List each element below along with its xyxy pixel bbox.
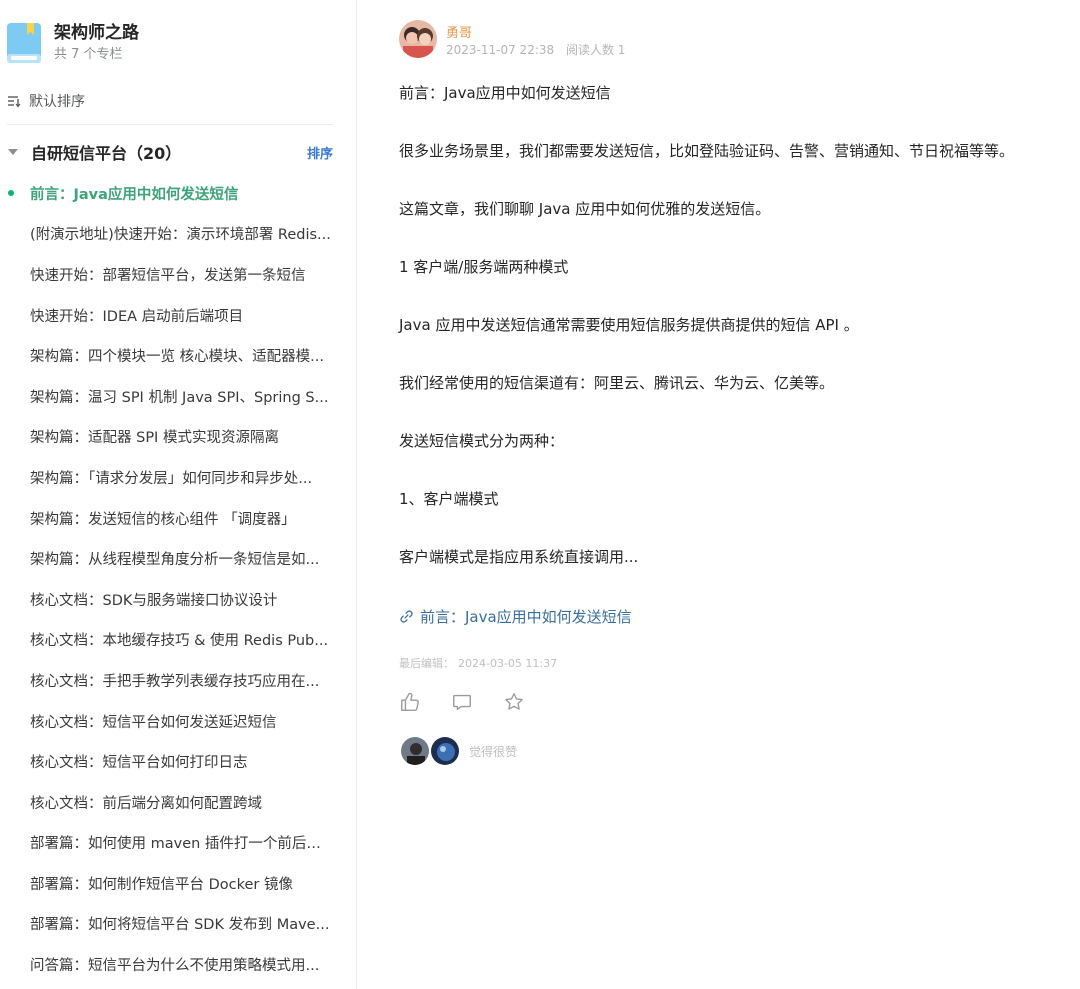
- doc-title: 架构篇：四个模块一览 核心模块、适配器模...: [30, 349, 324, 366]
- article-paragraph: 前言：Java应用中如何发送短信: [399, 84, 611, 102]
- article-paragraph: Java 应用中发送短信通常需要使用短信服务提供商提供的短信 API 。: [399, 316, 859, 334]
- active-dot-icon: [8, 190, 14, 196]
- sidebar: 架构师之路 共 7 个专栏 默认排序 自研短信平台（20） 排序 前言：Java…: [0, 0, 357, 989]
- likers-text: 觉得很赞: [469, 744, 518, 759]
- liker-avatar-image: [401, 737, 429, 765]
- doc-title: 部署篇：如何将短信平台 SDK 发布到 Mave...: [30, 917, 330, 934]
- star-icon[interactable]: [503, 691, 525, 713]
- author-avatar-image: [399, 20, 437, 58]
- book-icon: [7, 23, 41, 63]
- article-paragraph: 这篇文章，我们聊聊 Java 应用中如何优雅的发送短信。: [399, 200, 771, 218]
- doc-item[interactable]: 快速开始：部署短信平台，发送第一条短信: [0, 254, 357, 295]
- last-edit-time: 2024-03-05 11:37: [458, 657, 558, 670]
- book-header[interactable]: 架构师之路 共 7 个专栏: [6, 20, 336, 66]
- article-body: 前言：Java应用中如何发送短信很多业务场景里，我们都需要发送短信，比如登陆验证…: [399, 82, 1059, 604]
- author-name[interactable]: 勇哥: [446, 22, 472, 41]
- doc-item[interactable]: 核心文档：手把手教学列表缓存技巧应用在...: [0, 660, 357, 701]
- sort-icon: [8, 96, 21, 108]
- doc-title: 前言：Java应用中如何发送短信: [30, 186, 239, 203]
- publish-date: 2023-11-07 22:38: [446, 43, 555, 57]
- doc-item[interactable]: 前言：Java应用中如何发送短信: [0, 173, 357, 214]
- last-edit: 最后编辑： 2024-03-05 11:37: [399, 655, 557, 671]
- article-paragraph: 很多业务场景里，我们都需要发送短信，比如登陆验证码、告警、营销通知、节日祝福等等…: [399, 142, 1015, 160]
- caret-down-icon[interactable]: [8, 149, 18, 155]
- book-subtitle: 共 7 个专栏: [54, 47, 123, 62]
- doc-item[interactable]: 部署篇：如何制作短信平台 Docker 镜像: [0, 863, 357, 904]
- doc-item[interactable]: 核心文档：短信平台如何打印日志: [0, 741, 357, 782]
- liker-avatar[interactable]: [429, 735, 461, 767]
- doc-title: 部署篇：如何使用 maven 插件打一个前后端...: [30, 836, 333, 853]
- liker-avatar[interactable]: [399, 735, 431, 767]
- doc-title: 快速开始：IDEA 启动前后端项目: [30, 308, 244, 325]
- doc-title: 核心文档：手把手教学列表缓存技巧应用在...: [30, 673, 320, 690]
- sort-selector[interactable]: 默认排序: [7, 90, 327, 112]
- divider: [7, 124, 333, 125]
- doc-item[interactable]: (附演示地址)快速开始：演示环境部署 Redis...: [0, 214, 357, 255]
- doc-title: 问答篇：短信平台为什么不使用策略模式用...: [30, 958, 320, 975]
- doc-title: 架构篇：发送短信的核心组件 「调度器」: [30, 511, 296, 528]
- doc-item[interactable]: 架构篇：发送短信的核心组件 「调度器」: [0, 498, 357, 539]
- doc-item[interactable]: 核心文档：前后端分离如何配置跨域: [0, 782, 357, 823]
- article-paragraph: 1、客户端模式: [399, 490, 499, 508]
- doc-title: 架构篇：从线程模型角度分析一条短信是如...: [30, 552, 320, 569]
- article-link[interactable]: 前言：Java应用中如何发送短信: [399, 605, 632, 627]
- article-link-text[interactable]: 前言：Java应用中如何发送短信: [420, 606, 632, 627]
- doc-item[interactable]: 核心文档：SDK与服务端接口协议设计: [0, 579, 357, 620]
- likers-row: 觉得很赞: [399, 735, 517, 767]
- doc-item[interactable]: 问答篇：短信平台为什么不使用策略模式用...: [0, 944, 357, 985]
- doc-item[interactable]: 架构篇：「请求分发层」如何同步和异步处...: [0, 457, 357, 498]
- read-count: 阅读人数 1: [565, 43, 626, 57]
- doc-title: 核心文档：SDK与服务端接口协议设计: [30, 592, 278, 609]
- doc-item[interactable]: 架构篇：适配器 SPI 模式实现资源隔离: [0, 417, 357, 458]
- book-title: 架构师之路: [54, 23, 139, 43]
- doc-title: 架构篇：适配器 SPI 模式实现资源隔离: [30, 430, 279, 447]
- doc-title: (附演示地址)快速开始：演示环境部署 Redis...: [30, 227, 331, 244]
- doc-item[interactable]: 核心文档：短信平台如何发送延迟短信: [0, 701, 357, 742]
- action-bar: [399, 690, 555, 714]
- author-meta: 2023-11-07 22:38 阅读人数 1: [446, 41, 625, 58]
- doc-title: 快速开始：部署短信平台，发送第一条短信: [30, 267, 306, 284]
- link-icon: [400, 609, 413, 623]
- group-sort-button[interactable]: 排序: [307, 143, 333, 162]
- doc-title: 架构篇：「请求分发层」如何同步和异步处...: [30, 470, 313, 487]
- thumbs-up-icon[interactable]: [399, 691, 421, 713]
- comment-icon[interactable]: [451, 691, 473, 713]
- liker-avatar-image: [431, 737, 459, 765]
- article-pane: 勇哥 2023-11-07 22:38 阅读人数 1 前言：Java应用中如何发…: [357, 0, 1080, 989]
- doc-title: 核心文档：短信平台如何发送延迟短信: [30, 714, 277, 731]
- doc-item[interactable]: 架构篇：从线程模型角度分析一条短信是如...: [0, 538, 357, 579]
- doc-title: 核心文档：短信平台如何打印日志: [30, 755, 248, 772]
- author-avatar[interactable]: [399, 20, 437, 58]
- doc-title: 核心文档：本地缓存技巧 & 使用 Redis Pub...: [30, 633, 329, 650]
- last-edit-label: 最后编辑：: [399, 657, 454, 670]
- doc-item[interactable]: 架构篇：四个模块一览 核心模块、适配器模...: [0, 335, 357, 376]
- doc-item[interactable]: 部署篇：如何使用 maven 插件打一个前后端...: [0, 823, 357, 864]
- sort-label: 默认排序: [29, 94, 85, 110]
- article-paragraph: 客户端模式是指应用系统直接调用...: [399, 548, 639, 566]
- author-block: 勇哥 2023-11-07 22:38 阅读人数 1: [399, 20, 799, 60]
- group-title: 自研短信平台（20）: [31, 144, 182, 163]
- doc-title: 架构篇：温习 SPI 机制 Java SPI、Spring S...: [30, 389, 329, 406]
- doc-item[interactable]: 架构篇：温习 SPI 机制 Java SPI、Spring S...: [0, 376, 357, 417]
- doc-item[interactable]: 快速开始：IDEA 启动前后端项目: [0, 295, 357, 336]
- article-paragraph: 1 客户端/服务端两种模式: [399, 258, 569, 276]
- group-header[interactable]: 自研短信平台（20） 排序: [7, 141, 333, 163]
- doc-item[interactable]: 核心文档：本地缓存技巧 & 使用 Redis Pub...: [0, 620, 357, 661]
- doc-item[interactable]: 部署篇：如何将短信平台 SDK 发布到 Mave...: [0, 904, 357, 945]
- article-paragraph: 我们经常使用的短信渠道有：阿里云、腾讯云、华为云、亿美等。: [399, 374, 835, 392]
- article-paragraph: 发送短信模式分为两种：: [399, 432, 565, 450]
- doc-list: 前言：Java应用中如何发送短信 (附演示地址)快速开始：演示环境部署 Redis…: [0, 173, 357, 985]
- doc-title: 核心文档：前后端分离如何配置跨域: [30, 795, 262, 812]
- doc-title: 部署篇：如何制作短信平台 Docker 镜像: [30, 876, 293, 893]
